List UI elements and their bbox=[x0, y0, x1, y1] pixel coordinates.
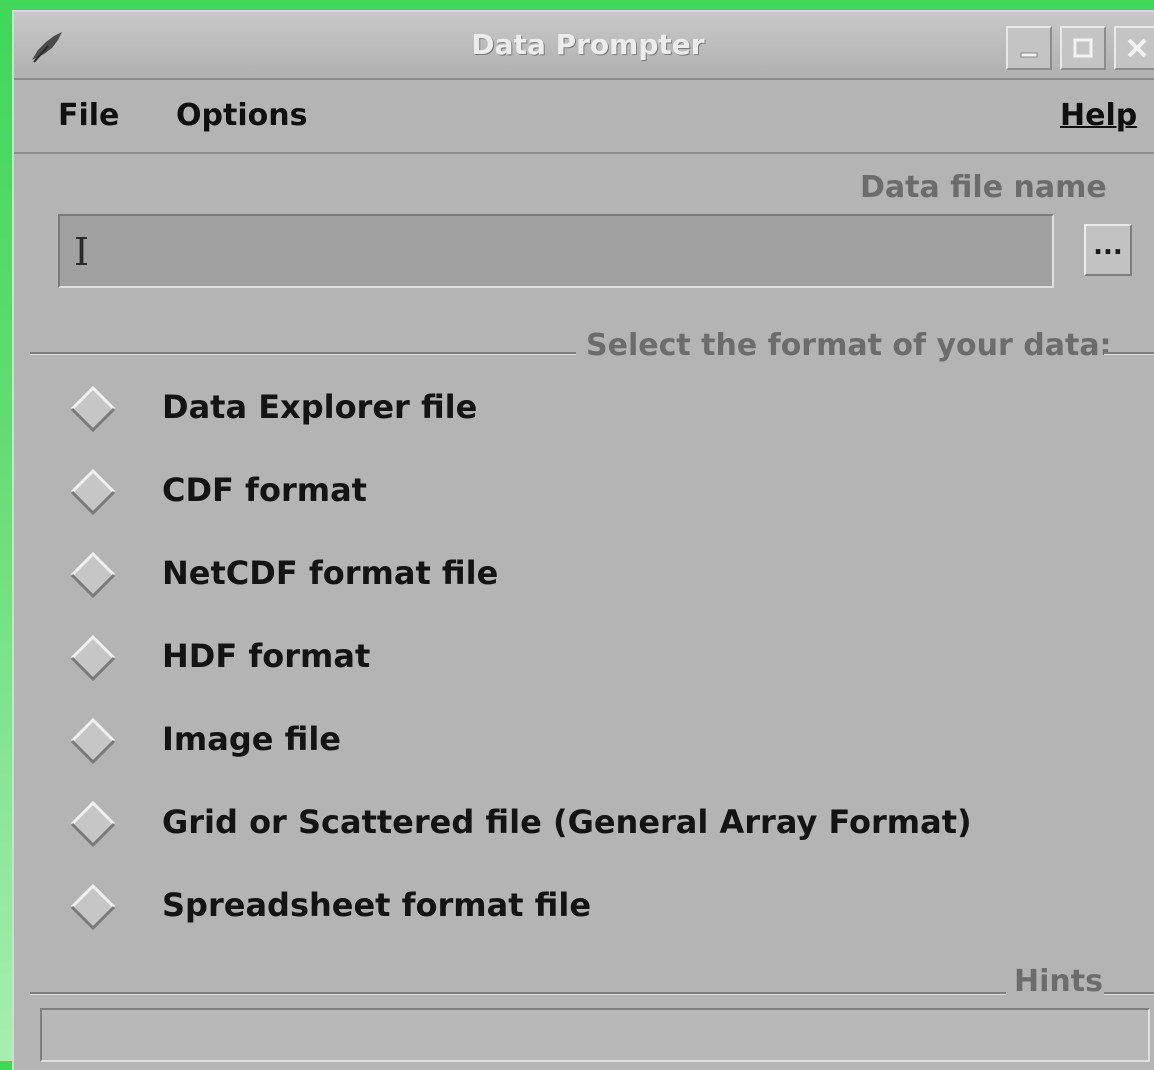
format-option[interactable]: Data Explorer file bbox=[68, 378, 968, 438]
data-prompter-window: Data Prompter File Options Help Data fil… bbox=[12, 10, 1154, 1070]
format-option-label: CDF format bbox=[162, 471, 367, 509]
hints-box bbox=[40, 1008, 1150, 1062]
hints-separator-right bbox=[1104, 992, 1154, 995]
diamond-radio-icon[interactable] bbox=[68, 799, 118, 849]
format-separator-left bbox=[30, 352, 576, 355]
format-option[interactable]: NetCDF format file bbox=[68, 544, 968, 604]
format-option-label: Grid or Scattered file (General Array Fo… bbox=[162, 803, 972, 841]
format-option[interactable]: CDF format bbox=[68, 461, 968, 521]
diamond-radio-icon[interactable] bbox=[68, 716, 118, 766]
diamond-radio-icon[interactable] bbox=[68, 467, 118, 517]
title-bar[interactable]: Data Prompter bbox=[14, 12, 1154, 80]
format-option[interactable]: HDF format bbox=[68, 627, 968, 687]
format-option-label: Image file bbox=[162, 720, 341, 758]
format-option-label: HDF format bbox=[162, 637, 371, 675]
format-option[interactable]: Image file bbox=[68, 710, 968, 770]
maximize-button[interactable] bbox=[1060, 26, 1106, 70]
diamond-radio-icon[interactable] bbox=[68, 882, 118, 932]
hints-title: Hints bbox=[1014, 964, 1103, 999]
format-option-label: Data Explorer file bbox=[162, 388, 478, 426]
data-file-name-label: Data file name bbox=[860, 170, 1107, 205]
window-title: Data Prompter bbox=[471, 28, 705, 61]
data-file-name-input[interactable]: I bbox=[58, 214, 1054, 288]
hints-separator-left bbox=[30, 992, 1006, 995]
format-option-label: Spreadsheet format file bbox=[162, 886, 592, 924]
browse-button[interactable]: ... bbox=[1084, 224, 1132, 276]
maximize-icon bbox=[1073, 38, 1093, 58]
menu-bar: File Options Help bbox=[14, 80, 1154, 154]
diamond-radio-icon[interactable] bbox=[68, 384, 118, 434]
close-icon bbox=[1127, 38, 1147, 58]
menu-options[interactable]: Options bbox=[176, 98, 307, 133]
diamond-radio-icon[interactable] bbox=[68, 633, 118, 683]
format-separator-right bbox=[1104, 352, 1154, 355]
minimize-button[interactable] bbox=[1006, 26, 1052, 70]
menu-help[interactable]: Help bbox=[1060, 98, 1137, 133]
text-cursor-icon: I bbox=[74, 230, 90, 274]
format-option-label: NetCDF format file bbox=[162, 554, 499, 592]
menu-file[interactable]: File bbox=[58, 98, 119, 133]
close-button[interactable] bbox=[1114, 26, 1154, 70]
format-section-title: Select the format of your data: bbox=[586, 328, 1112, 363]
format-option[interactable]: Grid or Scattered file (General Array Fo… bbox=[68, 793, 972, 853]
format-option[interactable]: Spreadsheet format file bbox=[68, 876, 968, 936]
minimize-icon bbox=[1020, 52, 1038, 58]
diamond-radio-icon[interactable] bbox=[68, 550, 118, 600]
